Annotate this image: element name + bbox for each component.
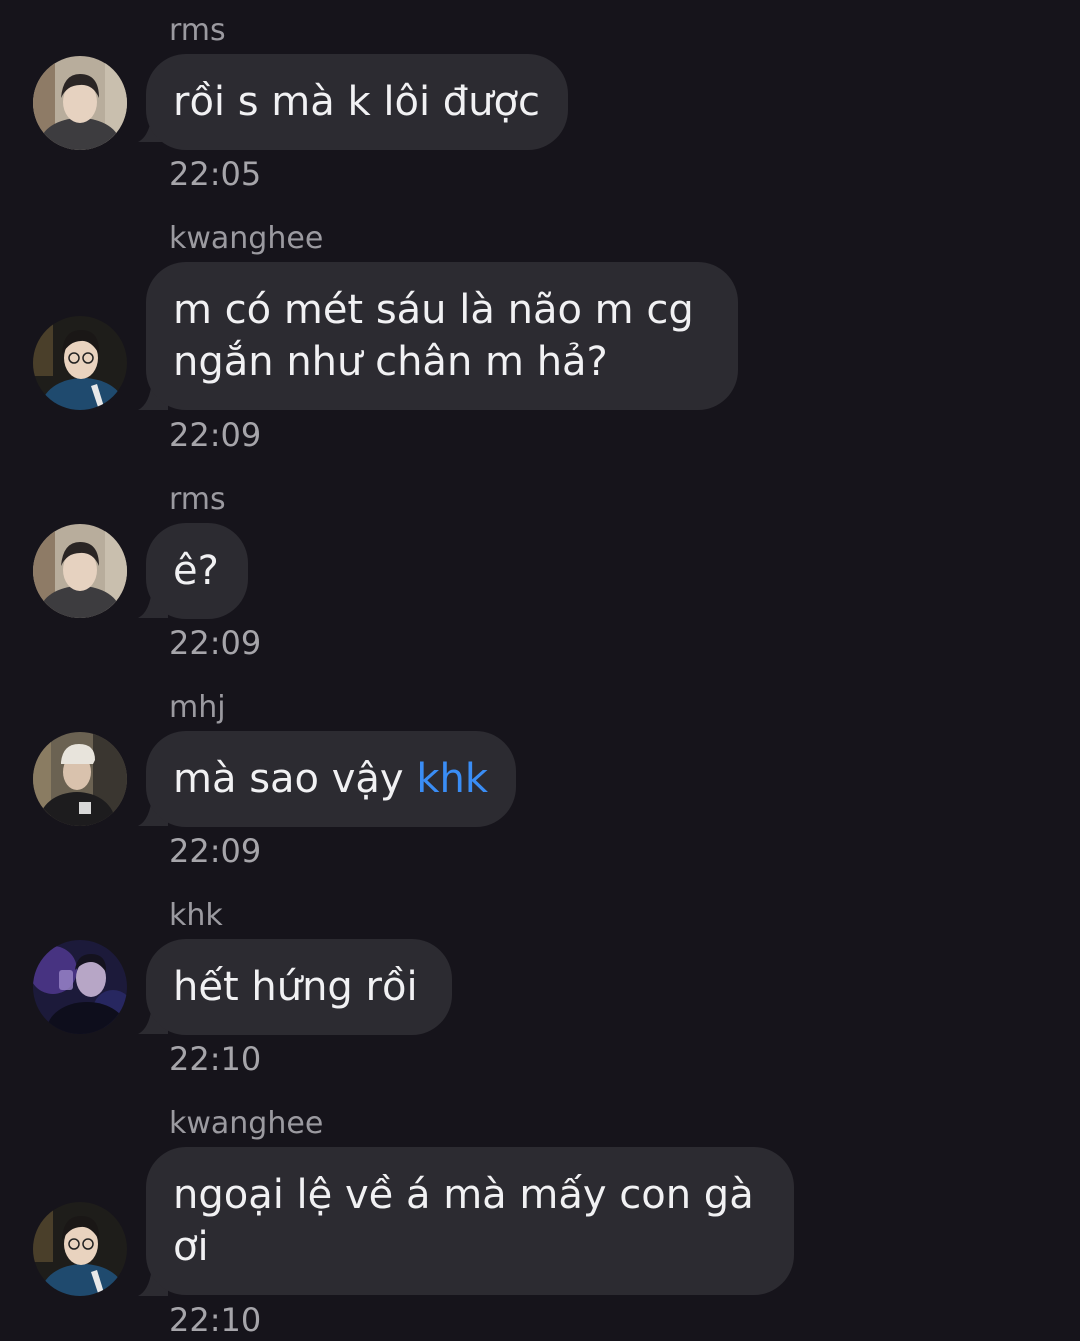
- timestamp: 22:09: [169, 416, 262, 454]
- timestamp: 22:05: [169, 155, 262, 193]
- timestamp: 22:10: [169, 1040, 262, 1078]
- message-bubble[interactable]: mà sao vậy khk: [146, 731, 516, 827]
- avatar-khk[interactable]: [33, 940, 127, 1034]
- sender-name: khk: [169, 898, 223, 933]
- sender-name: kwanghee: [169, 221, 324, 256]
- message-bubble[interactable]: rồi s mà k lôi được: [146, 54, 568, 150]
- message-bubble[interactable]: m có mét sáu là não m cg ngắn như chân m…: [146, 262, 738, 410]
- sender-name: rms: [169, 482, 226, 517]
- avatar-mhj[interactable]: [33, 732, 127, 826]
- message-text: hết hứng rồi: [173, 964, 418, 1010]
- sender-name: kwanghee: [169, 1106, 324, 1141]
- message-text-line: ngoại lệ về á mà mấy con gà: [173, 1172, 754, 1218]
- message-text-line: m có mét sáu là não m cg: [173, 287, 694, 333]
- timestamp: 22:09: [169, 624, 262, 662]
- message-bubble[interactable]: ê?: [146, 523, 248, 619]
- avatar-rms[interactable]: [33, 524, 127, 618]
- timestamp: 22:10: [169, 1301, 262, 1339]
- message-text-line: ngắn như chân m hả?: [173, 339, 608, 385]
- chat-thread: rms rồi s mà k lôi được 22:05 kwanghee m…: [0, 0, 1080, 1341]
- avatar-kwanghee[interactable]: [33, 1202, 127, 1296]
- avatar-rms[interactable]: [33, 56, 127, 150]
- message-bubble[interactable]: hết hứng rồi: [146, 939, 452, 1035]
- avatar-kwanghee[interactable]: [33, 316, 127, 410]
- message-text: ê?: [173, 548, 219, 594]
- message-text: mà sao vậy: [173, 756, 417, 802]
- message-text-line: ơi: [173, 1224, 209, 1270]
- timestamp: 22:09: [169, 832, 262, 870]
- message-text: rồi s mà k lôi được: [173, 79, 540, 125]
- mention-link[interactable]: khk: [416, 756, 488, 802]
- message-bubble[interactable]: ngoại lệ về á mà mấy con gà ơi: [146, 1147, 794, 1295]
- sender-name: rms: [169, 13, 226, 48]
- sender-name: mhj: [169, 690, 226, 725]
